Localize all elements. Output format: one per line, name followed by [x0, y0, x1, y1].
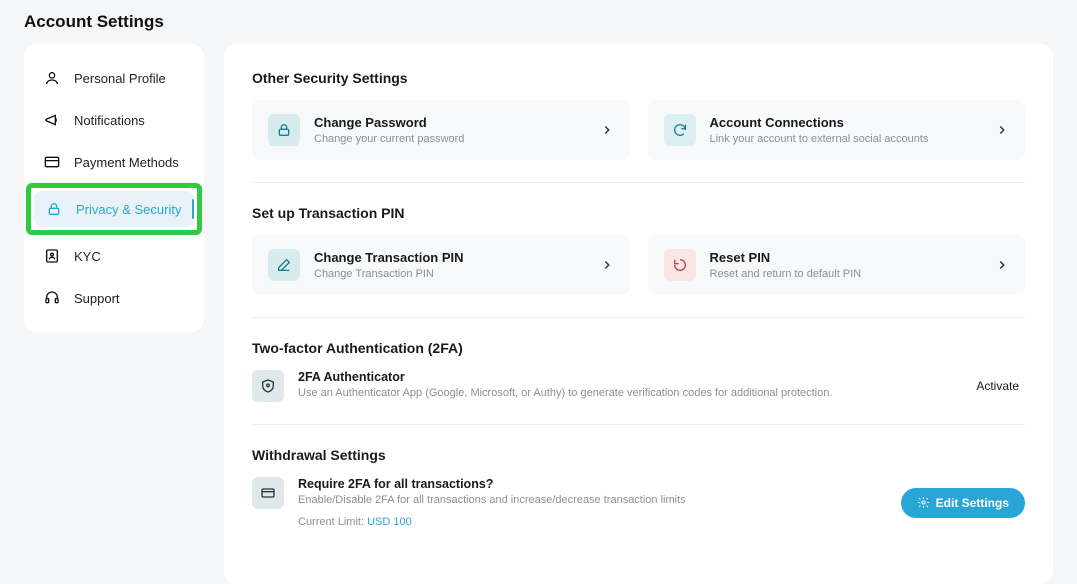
card-change-transaction-pin[interactable]: Change Transaction PIN Change Transactio… — [252, 235, 630, 295]
section-other-security: Other Security Settings Change Password … — [252, 70, 1025, 183]
card-icon — [44, 154, 60, 170]
entry-sub: Use an Authenticator App (Google, Micros… — [298, 387, 956, 399]
card-reset-pin[interactable]: Reset PIN Reset and return to default PI… — [648, 235, 1026, 295]
tutorial-highlight: Privacy & Security — [26, 183, 202, 235]
main-panel: Other Security Settings Change Password … — [224, 44, 1053, 584]
chevron-right-icon — [600, 258, 614, 272]
section-withdrawal-settings: Withdrawal Settings Require 2FA for all … — [252, 447, 1025, 528]
sidebar-item-label: Personal Profile — [74, 71, 166, 86]
sidebar-item-notifications[interactable]: Notifications — [32, 102, 196, 138]
card-change-password[interactable]: Change Password Change your current pass… — [252, 100, 630, 160]
current-limit-label: Current Limit: — [298, 516, 367, 528]
sync-icon — [664, 114, 696, 146]
edit-settings-button[interactable]: Edit Settings — [901, 488, 1025, 518]
sidebar-item-label: Notifications — [74, 113, 145, 128]
sidebar-item-label: KYC — [74, 249, 101, 264]
sidebar-item-label: Payment Methods — [74, 155, 179, 170]
shield-icon — [252, 370, 284, 402]
section-heading: Withdrawal Settings — [252, 447, 1025, 463]
edit-icon — [268, 249, 300, 281]
chevron-right-icon — [995, 258, 1009, 272]
current-limit: Current Limit: USD 100 — [298, 516, 887, 528]
entry-sub: Enable/Disable 2FA for all transactions … — [298, 494, 887, 506]
sidebar-item-label: Support — [74, 291, 120, 306]
sidebar-item-payment-methods[interactable]: Payment Methods — [32, 144, 196, 180]
card-account-connections[interactable]: Account Connections Link your account to… — [648, 100, 1026, 160]
card-sub: Change your current password — [314, 133, 586, 145]
sidebar-item-personal-profile[interactable]: Personal Profile — [32, 60, 196, 96]
gear-icon — [917, 496, 930, 509]
sidebar-item-support[interactable]: Support — [32, 280, 196, 316]
chevron-right-icon — [995, 123, 1009, 137]
card-icon — [252, 477, 284, 509]
section-heading: Other Security Settings — [252, 70, 1025, 86]
sidebar-item-kyc[interactable]: KYC — [32, 238, 196, 274]
chevron-right-icon — [600, 123, 614, 137]
card-title: Reset PIN — [710, 250, 982, 265]
card-title: Change Password — [314, 115, 586, 130]
id-badge-icon — [44, 248, 60, 264]
megaphone-icon — [44, 112, 60, 128]
section-heading: Set up Transaction PIN — [252, 205, 1025, 221]
page-title: Account Settings — [24, 12, 1053, 32]
activate-2fa-button[interactable]: Activate — [970, 375, 1025, 397]
edit-settings-label: Edit Settings — [936, 496, 1009, 510]
card-sub: Link your account to external social acc… — [710, 133, 982, 145]
section-two-factor-auth: Two-factor Authentication (2FA) 2FA Auth… — [252, 340, 1025, 425]
card-sub: Reset and return to default PIN — [710, 268, 982, 280]
sidebar-item-label: Privacy & Security — [76, 202, 181, 217]
current-limit-value: USD 100 — [367, 516, 412, 528]
reset-icon — [664, 249, 696, 281]
card-title: Change Transaction PIN — [314, 250, 586, 265]
entry-title: 2FA Authenticator — [298, 370, 956, 384]
lock-icon — [46, 201, 62, 217]
card-sub: Change Transaction PIN — [314, 268, 586, 280]
lock-icon — [268, 114, 300, 146]
section-transaction-pin: Set up Transaction PIN Change Transactio… — [252, 205, 1025, 318]
sidebar: Personal Profile Notifications Payment M… — [24, 44, 204, 332]
entry-title: Require 2FA for all transactions? — [298, 477, 887, 491]
section-heading: Two-factor Authentication (2FA) — [252, 340, 1025, 356]
user-icon — [44, 70, 60, 86]
sidebar-item-privacy-security[interactable]: Privacy & Security — [34, 191, 194, 227]
headset-icon — [44, 290, 60, 306]
card-title: Account Connections — [710, 115, 982, 130]
